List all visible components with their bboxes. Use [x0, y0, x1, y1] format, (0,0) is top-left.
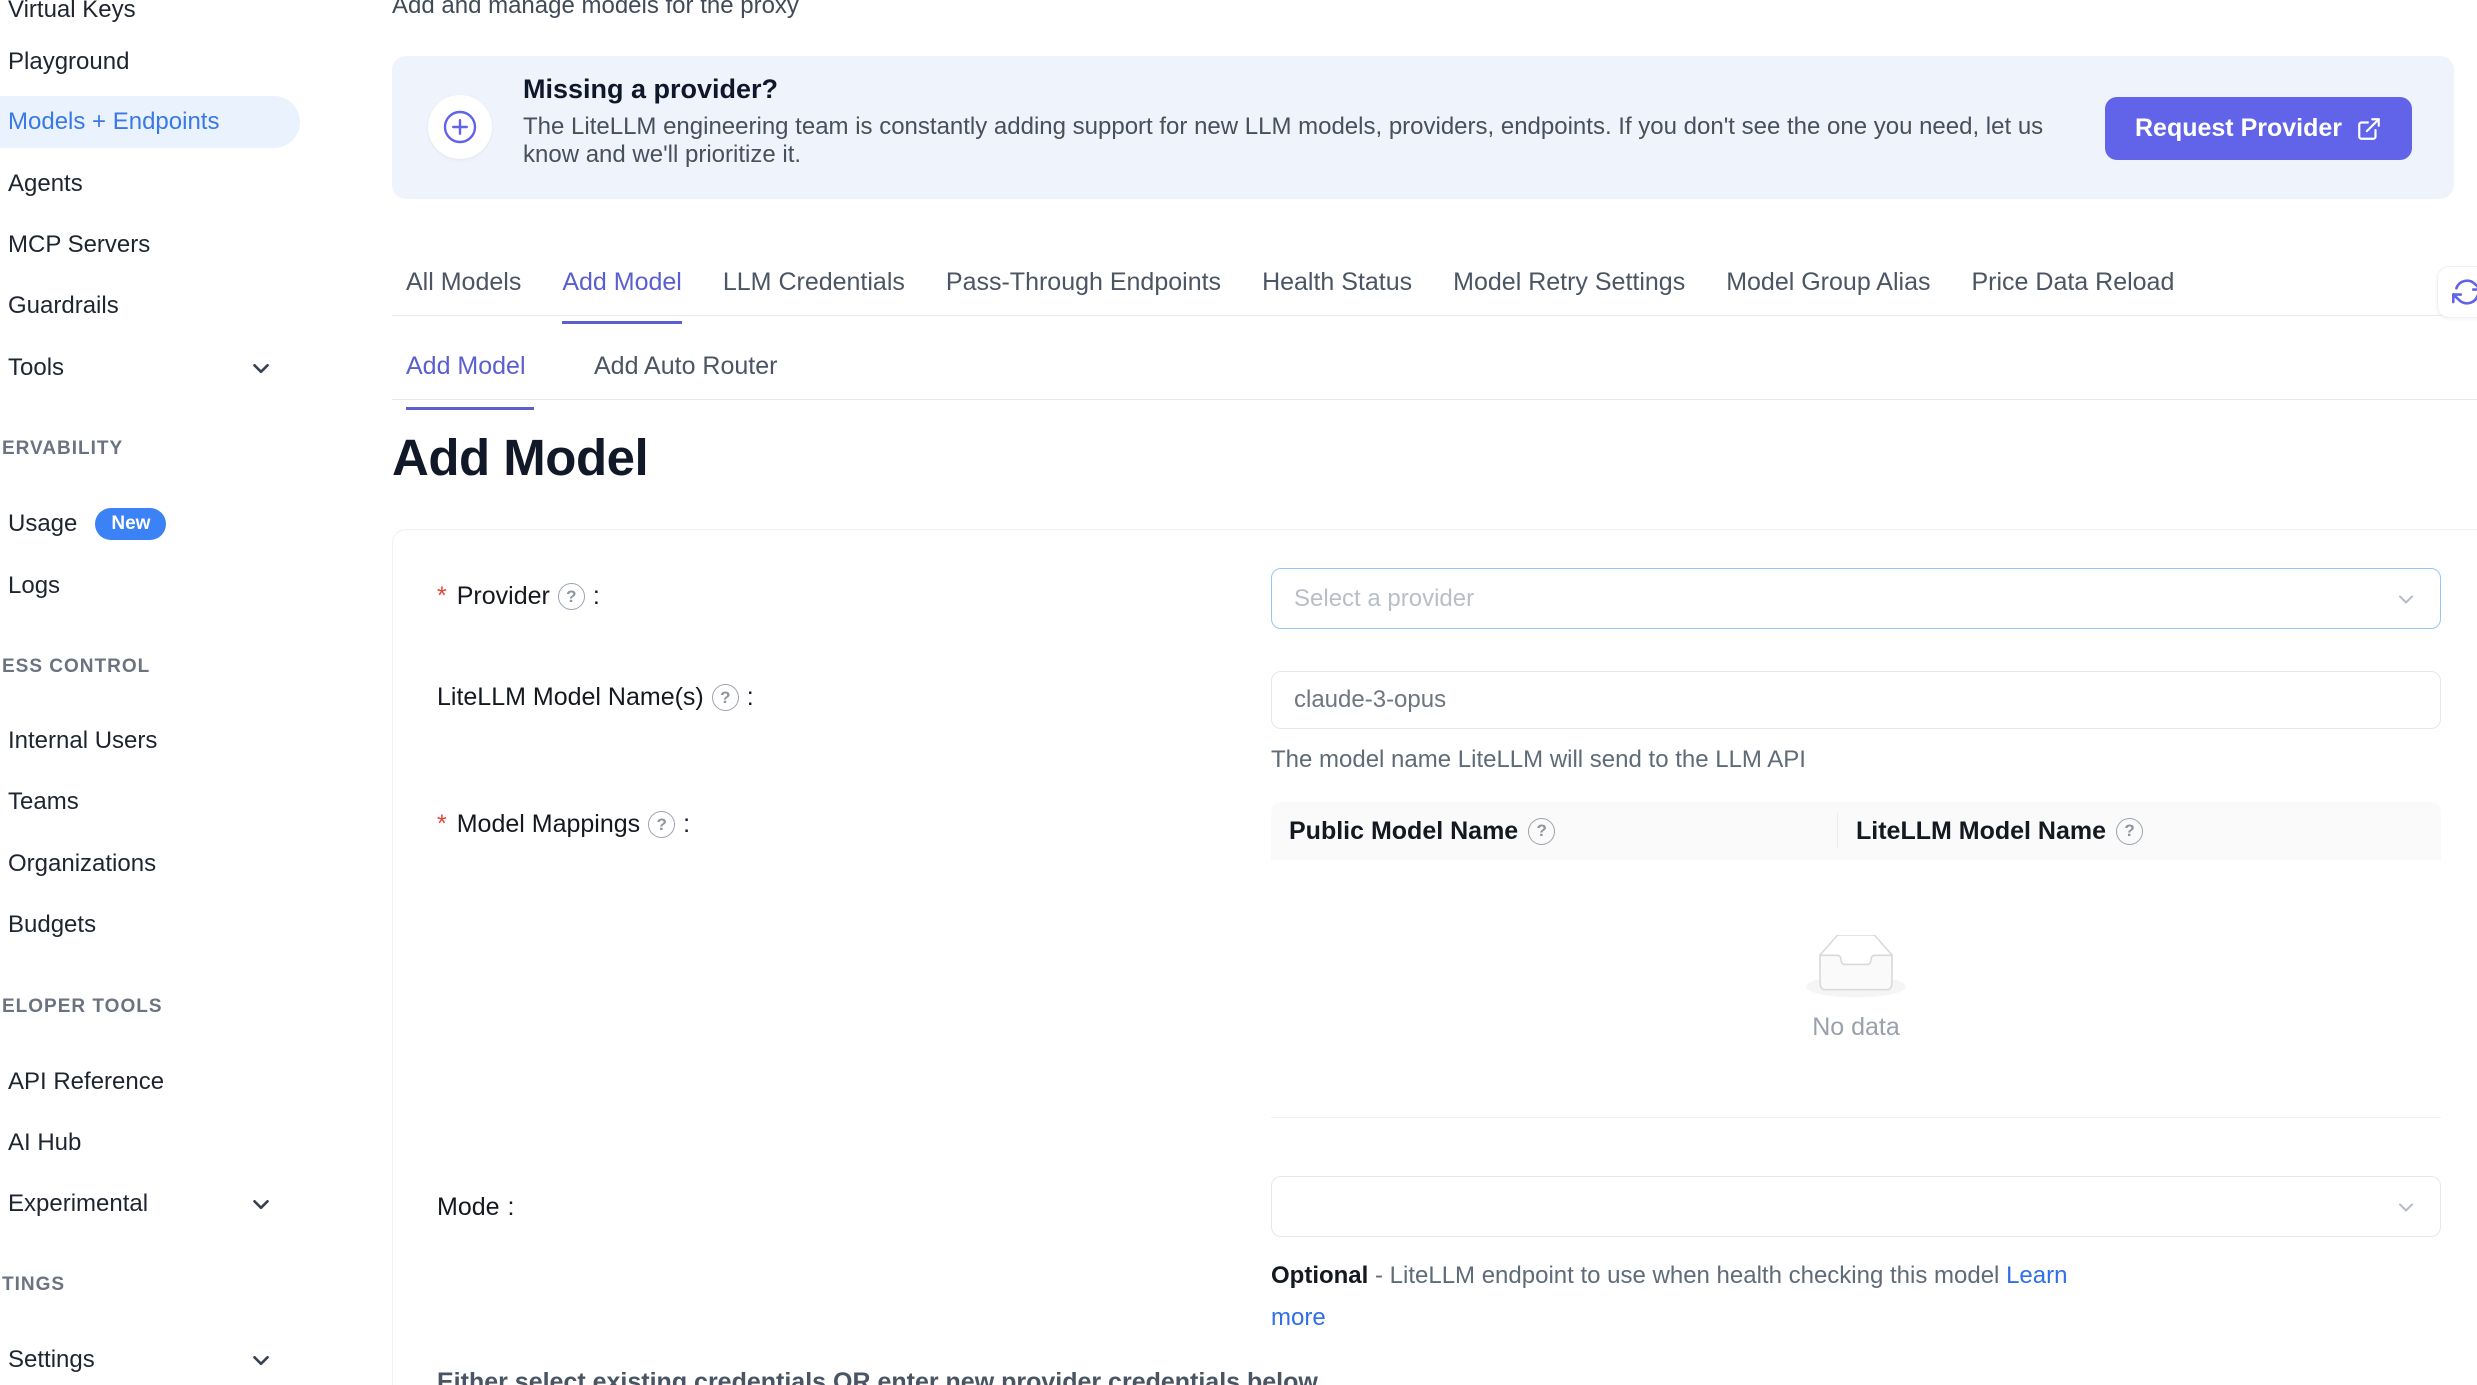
required-asterisk: * [437, 582, 447, 611]
sidebar-item-teams[interactable]: Teams [0, 776, 300, 828]
add-model-form-card: * Provider ? : Select a provider LiteLLM… [392, 529, 2477, 1385]
plus-circle-icon [428, 95, 492, 159]
help-icon[interactable]: ? [1528, 818, 1555, 845]
chevron-down-icon [248, 1191, 274, 1217]
sidebar-item-settings[interactable]: Settings [0, 1334, 300, 1385]
sidebar-item-mcp-servers[interactable]: MCP Servers [0, 219, 300, 271]
mode-label: Mode : [437, 1193, 515, 1222]
refresh-icon [2452, 277, 2477, 307]
sidebar-item-tools[interactable]: Tools [0, 342, 300, 394]
sidebar-item-organizations[interactable]: Organizations [0, 838, 300, 890]
sidebar-section-access-control: ESS CONTROL [0, 656, 150, 678]
litellm-admin-screen: Virtual Keys Playground Models + Endpoin… [0, 0, 2477, 1385]
sidebar-item-internal-users[interactable]: Internal Users [0, 715, 300, 767]
mode-help: Optional - LiteLLM endpoint to use when … [1271, 1255, 2101, 1339]
missing-provider-banner: Missing a provider? The LiteLLM engineer… [392, 56, 2454, 199]
model-name-input[interactable]: claude-3-opus [1271, 671, 2441, 729]
sidebar-section-developer-tools: ELOPER TOOLS [0, 996, 163, 1018]
required-asterisk: * [437, 810, 447, 839]
sidebar-item-playground[interactable]: Playground [0, 36, 300, 88]
sidebar-item-ai-hub[interactable]: AI Hub [0, 1117, 300, 1169]
no-data-text: No data [1812, 1013, 1900, 1042]
sidebar-item-budgets[interactable]: Budgets [0, 899, 300, 951]
subtab-add-model[interactable]: Add Model [406, 352, 534, 410]
credentials-note: Either select existing credentials OR en… [437, 1368, 1318, 1385]
empty-inbox-icon [1806, 935, 1906, 999]
chevron-down-icon [248, 1347, 274, 1373]
add-model-subtabs: Add Model Add Auto Router [406, 352, 777, 410]
new-badge: New [95, 508, 166, 540]
sidebar-item-guardrails[interactable]: Guardrails [0, 280, 300, 332]
sidebar: Virtual Keys Playground Models + Endpoin… [0, 0, 310, 1385]
sidebar-item-agents[interactable]: Agents [0, 158, 300, 210]
subtabs-divider [392, 399, 2477, 400]
column-public-model-name: Public Model Name ? [1271, 813, 1838, 849]
chevron-down-icon [2394, 587, 2418, 611]
help-icon[interactable]: ? [558, 583, 585, 610]
banner-title: Missing a provider? [523, 74, 778, 105]
page-subtitle: Add and manage models for the proxy [392, 0, 799, 20]
banner-body: The LiteLLM engineering team is constant… [523, 113, 2103, 169]
sidebar-item-virtual-keys[interactable]: Virtual Keys [0, 0, 300, 36]
table-empty-state: No data [1271, 860, 2441, 1118]
column-litellm-model-name: LiteLLM Model Name ? [1838, 817, 2441, 846]
sidebar-item-usage[interactable]: Usage New [0, 498, 300, 550]
model-mappings-label: * Model Mappings ? : [437, 810, 690, 839]
mode-select[interactable] [1271, 1176, 2441, 1237]
table-header: Public Model Name ? LiteLLM Model Name ? [1271, 802, 2441, 860]
sidebar-item-experimental[interactable]: Experimental [0, 1178, 300, 1230]
sidebar-item-api-reference[interactable]: API Reference [0, 1056, 300, 1108]
page-title: Add Model [392, 428, 648, 487]
sidebar-section-observability: ERVABILITY [0, 438, 123, 460]
model-name-label: LiteLLM Model Name(s) ? : [437, 683, 754, 712]
request-provider-button[interactable]: Request Provider [2105, 97, 2412, 160]
model-name-help: The model name LiteLLM will send to the … [1271, 746, 1806, 774]
external-link-icon [2356, 116, 2382, 142]
sidebar-item-models-endpoints[interactable]: Models + Endpoints [0, 96, 300, 148]
sidebar-item-logs[interactable]: Logs [0, 560, 300, 612]
sidebar-section-settings: TINGS [0, 1274, 65, 1296]
refresh-button[interactable] [2437, 266, 2477, 318]
tabs-divider [392, 315, 2477, 316]
provider-select[interactable]: Select a provider [1271, 568, 2441, 629]
subtab-add-auto-router[interactable]: Add Auto Router [594, 352, 777, 410]
help-icon[interactable]: ? [648, 811, 675, 838]
chevron-down-icon [2394, 1195, 2418, 1219]
provider-label: * Provider ? : [437, 582, 600, 611]
help-icon[interactable]: ? [2116, 818, 2143, 845]
help-icon[interactable]: ? [712, 684, 739, 711]
chevron-down-icon [248, 355, 274, 381]
model-mappings-table: Public Model Name ? LiteLLM Model Name ? [1271, 802, 2441, 1118]
